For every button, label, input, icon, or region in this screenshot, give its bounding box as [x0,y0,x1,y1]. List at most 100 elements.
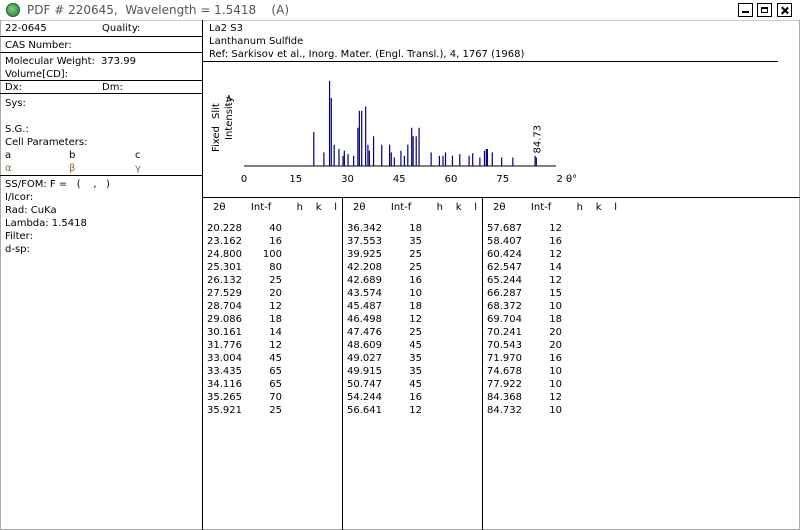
intensity-value: 16 [409,392,422,403]
two-theta-value: 28.704 [207,301,242,312]
two-theta-value: 77.922 [487,379,522,390]
intensity-value: 20 [269,288,282,299]
table-row: 65.244 12 [487,274,617,287]
table-row: 25.301 80 [207,261,337,274]
x-axis-ticks: 0 15 30 45 60 75 [241,174,509,185]
close-button[interactable] [777,3,792,17]
pdf-number: 22-0645 [5,23,47,34]
table-row: 26.132 25 [207,274,337,287]
cell-beta-label: β [69,163,76,174]
intensity-value: 40 [269,223,282,234]
intensity-value: 12 [269,301,282,312]
two-theta-value: 26.132 [207,275,242,286]
title-bar: PDF # 220645, Wavelength = 1.5418 (A) [0,0,800,21]
intensity-value: 25 [409,327,422,338]
intensity-value: 25 [269,405,282,416]
two-theta-value: 24.800 [207,249,242,260]
intensity-value: 25 [269,275,282,286]
intensity-value: 18 [409,301,422,312]
intensity-value: 25 [409,262,422,273]
intensity-value: 16 [269,236,282,247]
reference: Ref: Sarkisov et al., Inorg. Mater. (Eng… [209,49,525,60]
two-theta-value: 50.747 [347,379,382,390]
intensity-value: 10 [549,301,562,312]
two-theta-value: 60.424 [487,249,522,260]
intensity-value: 70 [269,392,282,403]
table-row: 49.027 35 [347,352,477,365]
minimize-button[interactable] [738,3,753,17]
table-row: 48.609 45 [347,339,477,352]
two-theta-value: 84.368 [487,392,522,403]
intensity-value: 14 [269,327,282,338]
cell-gamma-label: γ [135,163,141,174]
two-theta-value: 42.689 [347,275,382,286]
compound-name: Lanthanum Sulfide [209,36,304,47]
intensity-value: 14 [549,262,562,273]
peak-list-column-2: 36.342 18 37.553 35 39.925 25 42.208 25 42.689 16… [347,222,477,417]
intensity-value: 80 [269,262,282,273]
table-row: 30.161 14 [207,326,337,339]
table-header-3: 2θ Int-f h k l [493,202,618,213]
two-theta-value: 49.027 [347,353,382,364]
two-theta-value: 27.529 [207,288,242,299]
divider [0,93,202,94]
lambda: Lambda: 1.5418 [5,218,87,229]
two-theta-value: 30.161 [207,327,242,338]
two-theta-value: 47.476 [347,327,382,338]
intensity-value: 35 [409,236,422,247]
two-theta-value: 29.086 [207,314,242,325]
intensity-value: 12 [269,340,282,351]
intensity-value: 45 [409,340,422,351]
intensity-value: 20 [549,327,562,338]
table-row: 20.228 40 [207,222,337,235]
x-tick-label-1: 15 [289,174,302,185]
table-row: 58.407 16 [487,235,617,248]
two-theta-value: 43.574 [347,288,382,299]
table-row: 77.922 10 [487,378,617,391]
window-title: PDF # 220645, Wavelength = 1.5418 (A) [27,3,290,17]
intensity-value: 12 [549,223,562,234]
table-row: 70.241 20 [487,326,617,339]
table-row: 54.244 16 [347,391,477,404]
cell-c-label: c [135,150,141,161]
two-theta-value: 49.915 [347,366,382,377]
intensity-value: 20 [549,340,562,351]
column-divider [342,197,343,530]
two-theta-value: 58.407 [487,236,522,247]
two-theta-value: 57.687 [487,223,522,234]
two-theta-value: 71.970 [487,353,522,364]
table-row: 31.776 12 [207,339,337,352]
intensity-value: 16 [549,236,562,247]
intensity-value: 12 [409,314,422,325]
intensity-value: 35 [409,366,422,377]
table-row: 39.925 25 [347,248,477,261]
intensity-value: 10 [409,288,422,299]
table-row: 66.287 15 [487,287,617,300]
intensity-value: 12 [549,275,562,286]
y-label-fixed: Fixed [211,126,222,152]
two-theta-value: 39.925 [347,249,382,260]
two-theta-value: 66.287 [487,288,522,299]
table-row: 45.487 18 [347,300,477,313]
two-theta-value: 70.241 [487,327,522,338]
maximize-button[interactable] [757,3,772,17]
peak-bars [313,81,537,166]
table-header-1: 2θ Int-f h k l [213,202,338,213]
two-theta-value: 84.732 [487,405,522,416]
y-label-slit: Slit [211,103,222,119]
intensity-value: 10 [549,379,562,390]
cas-label: CAS Number: [5,40,72,51]
space-group-label: S.G.: [5,124,29,135]
two-theta-value: 34.116 [207,379,242,390]
two-theta-value: 36.342 [347,223,382,234]
divider [0,52,202,53]
table-row: 42.689 16 [347,274,477,287]
divider [0,175,202,176]
table-row: 33.004 45 [207,352,337,365]
table-row: 33.435 65 [207,365,337,378]
table-row: 69.704 18 [487,313,617,326]
table-row: 23.162 16 [207,235,337,248]
divider [0,80,202,81]
table-row: 70.543 20 [487,339,617,352]
two-theta-value: 42.208 [347,262,382,273]
